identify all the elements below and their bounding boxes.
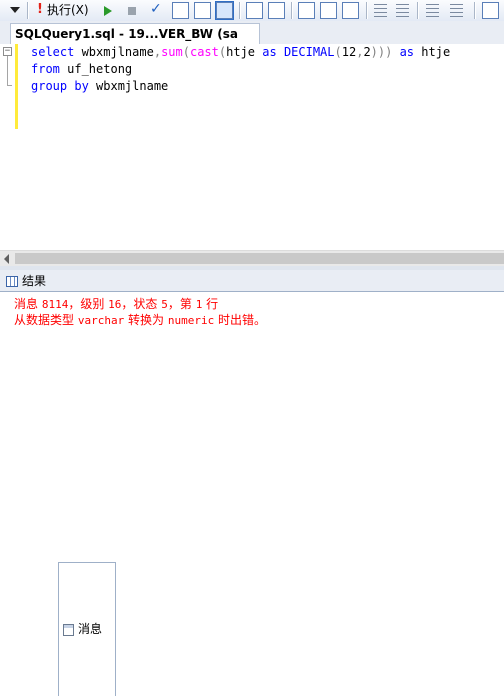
toolbar-separator — [27, 2, 28, 19]
query-toolbar: ! 执行(X) ✓ — [0, 0, 504, 22]
code-token: DECIMAL — [283, 45, 335, 59]
scrollbar-thumb[interactable] — [15, 253, 504, 264]
toolbar-separator — [291, 2, 292, 19]
results-grid-icon — [6, 275, 18, 287]
message-fragment: 5 — [161, 298, 168, 311]
tab-sqlquery1[interactable]: SQLQuery1.sql - 19...VER_BW (sa (114))* — [10, 23, 260, 61]
code-token: group by — [31, 79, 97, 93]
tab-messages-label: 消息 — [78, 622, 103, 636]
query-options-icon[interactable] — [194, 2, 211, 19]
code-token: ( — [182, 45, 190, 59]
message-fragment: ，第 — [167, 297, 196, 311]
query-editor[interactable]: − select wbxmjlname,sum(cast(htje as DEC… — [0, 44, 504, 250]
horizontal-scrollbar[interactable] — [0, 250, 504, 267]
toolbar-separator — [239, 2, 240, 19]
code-token: htje — [226, 45, 263, 59]
code-token: sum — [161, 45, 183, 59]
code-token: as — [399, 45, 422, 59]
execute-button[interactable]: ! 执行(X) — [36, 1, 89, 18]
parse-check-icon[interactable]: ✓ — [150, 1, 162, 18]
estimated-plan-icon[interactable] — [172, 2, 189, 19]
fold-guide-end — [7, 85, 12, 86]
code-token: from — [31, 62, 68, 76]
code-token: cast — [189, 45, 219, 59]
client-stats-icon[interactable] — [320, 2, 337, 19]
code-text[interactable]: select wbxmjlname,sum(cast(htje as DECIM… — [31, 44, 450, 95]
code-token: select — [31, 45, 82, 59]
dropdown-arrow-icon[interactable] — [10, 7, 20, 13]
scroll-left-icon[interactable] — [4, 254, 9, 264]
tab-results-label: 结果 — [22, 273, 47, 288]
decrease-indent-icon[interactable] — [426, 4, 439, 17]
message-fragment: 行 — [202, 297, 219, 311]
error-message-header: 消息 8114，级别 16，状态 5，第 1 行 — [14, 295, 218, 312]
error-message-text: 从数据类型 varchar 转换为 numeric 时出错。 — [14, 311, 266, 328]
code-token: wbxmjlname — [96, 79, 169, 93]
code-token: uf_hetong — [67, 62, 133, 76]
message-fragment: 时出错。 — [214, 313, 267, 327]
message-fragment: 转换为 — [124, 313, 168, 327]
results-to-file-icon[interactable] — [268, 2, 285, 19]
increase-indent-icon[interactable] — [450, 4, 463, 17]
message-fragment: varchar — [77, 314, 125, 327]
code-token: 2 — [363, 45, 371, 59]
results-to-text-icon[interactable] — [215, 1, 234, 20]
execute-label: 执行(X) — [47, 3, 89, 17]
code-token: htje — [421, 45, 451, 59]
toolbar-separator — [417, 2, 418, 19]
messages-icon — [63, 623, 74, 636]
comment-lines-icon[interactable] — [374, 4, 387, 17]
execute-icon: ! — [37, 2, 43, 17]
messages-pane: 消息 8114，级别 16，状态 5，第 1 行 从数据类型 varchar 转… — [0, 292, 504, 426]
tab-results[interactable]: 结果 — [2, 271, 56, 291]
toolbar-separator — [366, 2, 367, 19]
message-fragment: 8114 — [41, 298, 69, 311]
code-token: 12 — [341, 45, 357, 59]
collapse-icon[interactable]: − — [3, 47, 12, 56]
message-fragment: 16 — [108, 298, 122, 311]
message-fragment: numeric — [167, 314, 215, 327]
message-fragment: ，级别 — [68, 297, 109, 311]
uncomment-lines-icon[interactable] — [396, 4, 409, 17]
cancel-query-icon[interactable] — [128, 7, 136, 15]
code-token: ( — [334, 45, 342, 59]
message-fragment: 从数据类型 — [14, 313, 78, 327]
code-line[interactable]: group by wbxmjlname — [31, 78, 450, 95]
fold-guide — [7, 56, 8, 86]
toolbar-separator — [474, 2, 475, 19]
message-fragment: ，状态 — [121, 297, 162, 311]
specify-values-icon[interactable] — [482, 2, 499, 19]
tab-messages[interactable]: 消息 — [58, 562, 116, 696]
debug-play-icon[interactable] — [104, 6, 112, 16]
code-line[interactable]: select wbxmjlname,sum(cast(htje as DECIM… — [31, 44, 450, 61]
document-tabstrip: SQLQuery1.sql - 19...VER_BW (sa (114))* — [0, 21, 504, 61]
code-token: wbxmjlname — [81, 45, 154, 59]
message-fragment: 消息 — [14, 297, 42, 311]
code-token: ))) — [370, 45, 400, 59]
code-token: , — [153, 45, 162, 59]
code-token: as — [262, 45, 284, 59]
results-tabstrip: 结果 消息 — [0, 270, 504, 696]
code-line[interactable]: from uf_hetong — [31, 61, 450, 78]
actual-plan-icon[interactable] — [298, 2, 315, 19]
results-to-grid-icon[interactable] — [246, 2, 263, 19]
sqlcmd-mode-icon[interactable] — [342, 2, 359, 19]
change-marker — [15, 44, 18, 129]
